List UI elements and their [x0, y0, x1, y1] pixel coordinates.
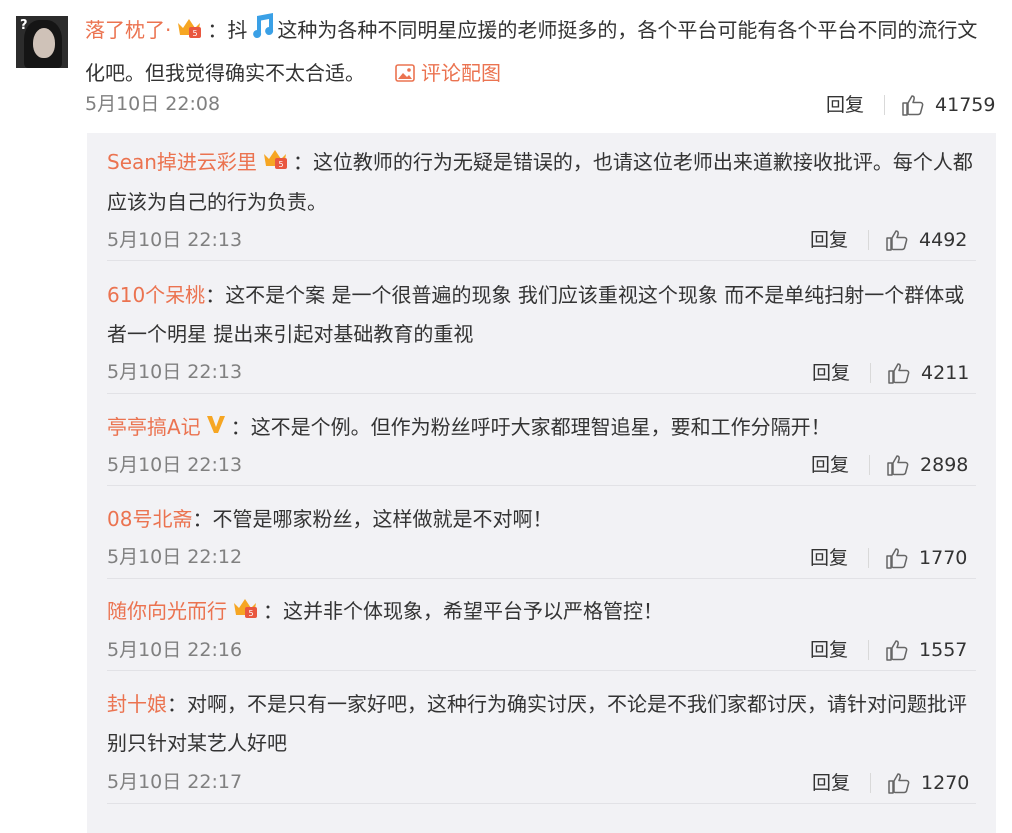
reply-username[interactable]: 随你向光而行: [107, 599, 227, 623]
reply-username[interactable]: 亭亭搞A记: [107, 415, 201, 439]
svg-text:5: 5: [278, 160, 283, 169]
reply-actions: 回复 1557: [810, 635, 967, 665]
divider: [107, 393, 976, 394]
thumbs-up-icon[interactable]: [885, 228, 909, 252]
list-item: 亭亭搞A记 ：这不是个例。但作为粉丝呼吁大家都理智追星，要和工作分隔开！: [107, 408, 976, 448]
reply-button[interactable]: 回复: [812, 768, 850, 798]
replies-container: Sean掉进云彩里 5 ：这位教师的行为无疑是错误的，也请这位老师出来道歉接收批评。…: [87, 133, 996, 833]
divider: [107, 578, 976, 579]
avatar[interactable]: ?: [16, 16, 68, 68]
reply-time: 5月10日 22:13: [107, 361, 243, 383]
image-icon: [395, 55, 415, 95]
list-item: 封十娘：对啊，不是只有一家好吧，这种行为确实讨厌，不论是不我们家都讨厌，请针对问…: [107, 692, 967, 755]
reply-time: 5月10日 22:17: [107, 771, 243, 793]
like-count: 4492: [919, 229, 968, 251]
thumbs-up-icon[interactable]: [885, 546, 909, 570]
reply-text: 这不是个案 是一个很普遍的现象 我们应该重视这个现象 而不是单纯扫射一个群体或者…: [107, 283, 965, 346]
reply-actions: 回复 1770: [810, 543, 967, 573]
reply-actions: 回复 1270: [812, 768, 969, 798]
reply-actions: 回复 4492: [810, 225, 967, 255]
reply-username[interactable]: 08号北斋: [107, 507, 192, 531]
reply-time: 5月10日 22:13: [107, 229, 243, 251]
like-count: 4211: [921, 362, 970, 384]
divider: [107, 260, 976, 261]
reply-actions: 回复 4211: [812, 358, 969, 388]
svg-text:5: 5: [193, 29, 198, 38]
tiktok-music-note-icon: [247, 10, 277, 53]
list-item: 08号北斋：不管是哪家粉丝，这样做就是不对啊！: [107, 507, 553, 531]
crown-vip-icon: 5: [231, 593, 259, 632]
reply-text: 不管是哪家粉丝，这样做就是不对啊！: [212, 507, 553, 531]
thumbs-up-icon[interactable]: [887, 361, 911, 385]
main-comment-actions: 回复 41759: [826, 90, 995, 120]
thumbs-up-icon[interactable]: [886, 453, 910, 477]
reply-time: 5月10日 22:16: [107, 639, 243, 661]
list-item: 随你向光而行 5 ：这并非个体现象，希望平台予以严格管控！: [107, 592, 976, 632]
thumbs-up-icon[interactable]: [887, 771, 911, 795]
main-username[interactable]: 落了枕了·: [85, 18, 171, 42]
like-count: 2898: [920, 454, 969, 476]
crown-vip-icon: 5: [261, 144, 289, 183]
like-count: 1770: [919, 547, 968, 569]
main-comment: 落了枕了· 5 ：抖 这种为各种不同明星应援的老师挺多的，各个平台可能有各个平台不同的…: [85, 10, 985, 95]
comment-picture-link[interactable]: 评论配图: [395, 61, 501, 85]
list-item: 610个呆桃：这不是个案 是一个很普遍的现象 我们应该重视这个现象 而不是单纯扫…: [107, 283, 965, 346]
reply-text: 这并非个体现象，希望平台予以严格管控！: [283, 599, 663, 623]
divider: [107, 803, 976, 804]
reply-time: 5月10日 22:13: [107, 454, 243, 476]
reply-button[interactable]: 回复: [810, 225, 848, 255]
reply-text: 这不是个例。但作为粉丝呼吁大家都理智追星，要和工作分隔开！: [250, 415, 831, 439]
divider: [107, 485, 976, 486]
main-comment-time: 5月10日 22:08: [85, 93, 221, 115]
reply-username[interactable]: 封十娘: [107, 692, 167, 716]
reply-time: 5月10日 22:12: [107, 546, 243, 568]
reply-username[interactable]: 610个呆桃: [107, 283, 205, 307]
thumbs-up-icon[interactable]: [901, 93, 925, 117]
like-count: 1557: [919, 639, 968, 661]
crown-vip-icon: 5: [175, 12, 203, 52]
reply-button[interactable]: 回复: [811, 450, 849, 480]
reply-button[interactable]: 回复: [826, 90, 864, 120]
divider: [107, 670, 976, 671]
reply-username[interactable]: Sean掉进云彩里: [107, 150, 257, 174]
reply-button[interactable]: 回复: [812, 358, 850, 388]
svg-text:5: 5: [248, 609, 253, 618]
thumbs-up-icon[interactable]: [885, 638, 909, 662]
reply-text: 对啊，不是只有一家好吧，这种行为确实讨厌，不论是不我们家都讨厌，请针对问题批评别…: [107, 692, 967, 755]
list-item: Sean掉进云彩里 5 ：这位教师的行为无疑是错误的，也请这位老师出来道歉接收批评。…: [107, 143, 976, 222]
like-count: 41759: [935, 94, 996, 116]
reply-button[interactable]: 回复: [810, 543, 848, 573]
reply-actions: 回复 2898: [811, 450, 968, 480]
reply-button[interactable]: 回复: [810, 635, 848, 665]
gold-v-icon: [205, 409, 227, 448]
like-count: 1270: [921, 772, 970, 794]
